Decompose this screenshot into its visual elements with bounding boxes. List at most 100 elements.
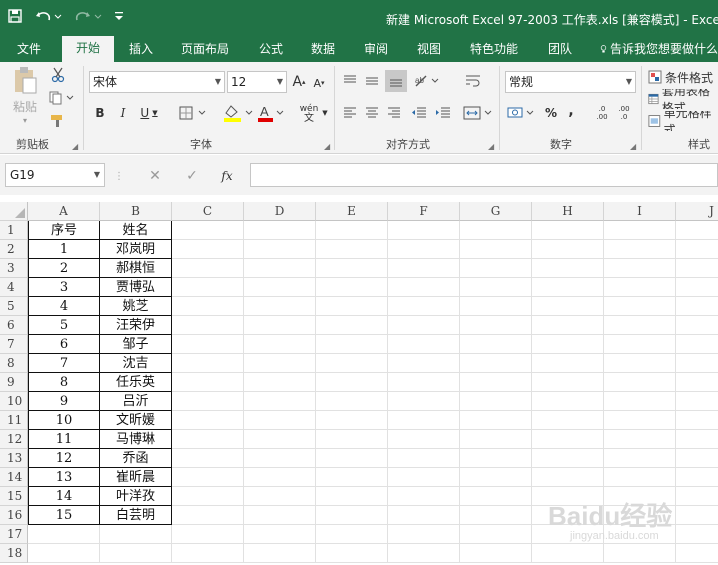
cell-j3[interactable] xyxy=(676,259,718,278)
cell-g10[interactable] xyxy=(460,392,532,411)
cell-d3[interactable] xyxy=(244,259,316,278)
cell-d2[interactable] xyxy=(244,240,316,259)
row-header-4[interactable]: 4 xyxy=(0,278,28,297)
clipboard-launcher-icon[interactable]: ◢ xyxy=(72,142,78,151)
underline-button[interactable]: U ▼ xyxy=(137,104,161,122)
cell-h2[interactable] xyxy=(532,240,604,259)
cell-e9[interactable] xyxy=(316,373,388,392)
cell-c5[interactable] xyxy=(172,297,244,316)
row-header-6[interactable]: 6 xyxy=(0,316,28,335)
cell-c2[interactable] xyxy=(172,240,244,259)
cell-e3[interactable] xyxy=(316,259,388,278)
cell-e7[interactable] xyxy=(316,335,388,354)
cell-a15[interactable]: 14 xyxy=(28,487,100,506)
tab-formulas[interactable]: 公式 xyxy=(259,40,283,57)
cell-a18[interactable] xyxy=(28,544,100,563)
cell-j15[interactable] xyxy=(676,487,718,506)
cell-d7[interactable] xyxy=(244,335,316,354)
cell-d11[interactable] xyxy=(244,411,316,430)
cell-g8[interactable] xyxy=(460,354,532,373)
cell-j10[interactable] xyxy=(676,392,718,411)
column-header-e[interactable]: E xyxy=(316,202,388,221)
cell-j2[interactable] xyxy=(676,240,718,259)
cell-e8[interactable] xyxy=(316,354,388,373)
cell-f8[interactable] xyxy=(388,354,460,373)
orientation-icon[interactable]: ab xyxy=(413,72,441,90)
cell-f18[interactable] xyxy=(388,544,460,563)
cell-h10[interactable] xyxy=(532,392,604,411)
cell-i5[interactable] xyxy=(604,297,676,316)
cell-e14[interactable] xyxy=(316,468,388,487)
row-header-17[interactable]: 17 xyxy=(0,525,28,544)
column-header-g[interactable]: G xyxy=(460,202,532,221)
cell-a7[interactable]: 6 xyxy=(28,335,100,354)
top-align-icon[interactable] xyxy=(341,72,359,90)
cell-c8[interactable] xyxy=(172,354,244,373)
cell-b16[interactable]: 白芸明 xyxy=(100,506,172,525)
cell-g15[interactable] xyxy=(460,487,532,506)
paste-label[interactable]: 粘贴 xyxy=(10,98,40,114)
cell-j5[interactable] xyxy=(676,297,718,316)
cell-h16[interactable] xyxy=(532,506,604,525)
cell-h6[interactable] xyxy=(532,316,604,335)
cell-j11[interactable] xyxy=(676,411,718,430)
comma-style-icon[interactable]: , xyxy=(566,102,576,120)
cell-d6[interactable] xyxy=(244,316,316,335)
column-header-h[interactable]: H xyxy=(532,202,604,221)
cell-a6[interactable]: 5 xyxy=(28,316,100,335)
cell-c1[interactable] xyxy=(172,221,244,240)
format-painter-icon[interactable] xyxy=(48,112,68,130)
accounting-format-icon[interactable] xyxy=(507,104,537,122)
font-launcher-icon[interactable]: ◢ xyxy=(324,142,330,151)
cell-a1[interactable]: 序号 xyxy=(28,221,100,240)
cell-b4[interactable]: 贾博弘 xyxy=(100,278,172,297)
drag-handle-icon[interactable]: ⋮ xyxy=(114,169,124,183)
increase-font-size-icon[interactable]: A ▴ xyxy=(292,73,306,91)
row-header-13[interactable]: 13 xyxy=(0,449,28,468)
cell-c12[interactable] xyxy=(172,430,244,449)
cell-d17[interactable] xyxy=(244,525,316,544)
formula-input[interactable] xyxy=(250,163,718,187)
row-header-14[interactable]: 14 xyxy=(0,468,28,487)
cell-i14[interactable] xyxy=(604,468,676,487)
cell-e5[interactable] xyxy=(316,297,388,316)
cell-i12[interactable] xyxy=(604,430,676,449)
cell-a5[interactable]: 4 xyxy=(28,297,100,316)
cell-f3[interactable] xyxy=(388,259,460,278)
cell-i8[interactable] xyxy=(604,354,676,373)
cell-d8[interactable] xyxy=(244,354,316,373)
cell-b15[interactable]: 叶洋孜 xyxy=(100,487,172,506)
font-size-select[interactable]: 12 ▼ xyxy=(227,71,287,93)
confirm-entry-icon[interactable]: ✓ xyxy=(182,167,202,185)
customize-quick-access-icon[interactable] xyxy=(112,6,126,26)
cell-a2[interactable]: 1 xyxy=(28,240,100,259)
cell-b1[interactable]: 姓名 xyxy=(100,221,172,240)
cell-f5[interactable] xyxy=(388,297,460,316)
cell-i13[interactable] xyxy=(604,449,676,468)
cell-d5[interactable] xyxy=(244,297,316,316)
row-header-5[interactable]: 5 xyxy=(0,297,28,316)
column-header-j[interactable]: J xyxy=(676,202,718,221)
tab-home[interactable]: 开始 xyxy=(62,36,114,62)
cell-g6[interactable] xyxy=(460,316,532,335)
cell-j7[interactable] xyxy=(676,335,718,354)
cell-c17[interactable] xyxy=(172,525,244,544)
cell-b12[interactable]: 马博琳 xyxy=(100,430,172,449)
cell-f13[interactable] xyxy=(388,449,460,468)
cell-a3[interactable]: 2 xyxy=(28,259,100,278)
cell-b8[interactable]: 沈吉 xyxy=(100,354,172,373)
decrease-indent-icon[interactable] xyxy=(409,104,429,122)
row-header-11[interactable]: 11 xyxy=(0,411,28,430)
cell-j6[interactable] xyxy=(676,316,718,335)
cell-b6[interactable]: 汪荣伊 xyxy=(100,316,172,335)
cell-h3[interactable] xyxy=(532,259,604,278)
cut-icon[interactable] xyxy=(48,66,68,84)
cell-f12[interactable] xyxy=(388,430,460,449)
cell-e13[interactable] xyxy=(316,449,388,468)
row-header-3[interactable]: 3 xyxy=(0,259,28,278)
column-header-b[interactable]: B xyxy=(100,202,172,221)
cell-e10[interactable] xyxy=(316,392,388,411)
cell-j14[interactable] xyxy=(676,468,718,487)
decrease-decimal-icon[interactable]: .00.0 xyxy=(614,102,634,124)
cell-c16[interactable] xyxy=(172,506,244,525)
